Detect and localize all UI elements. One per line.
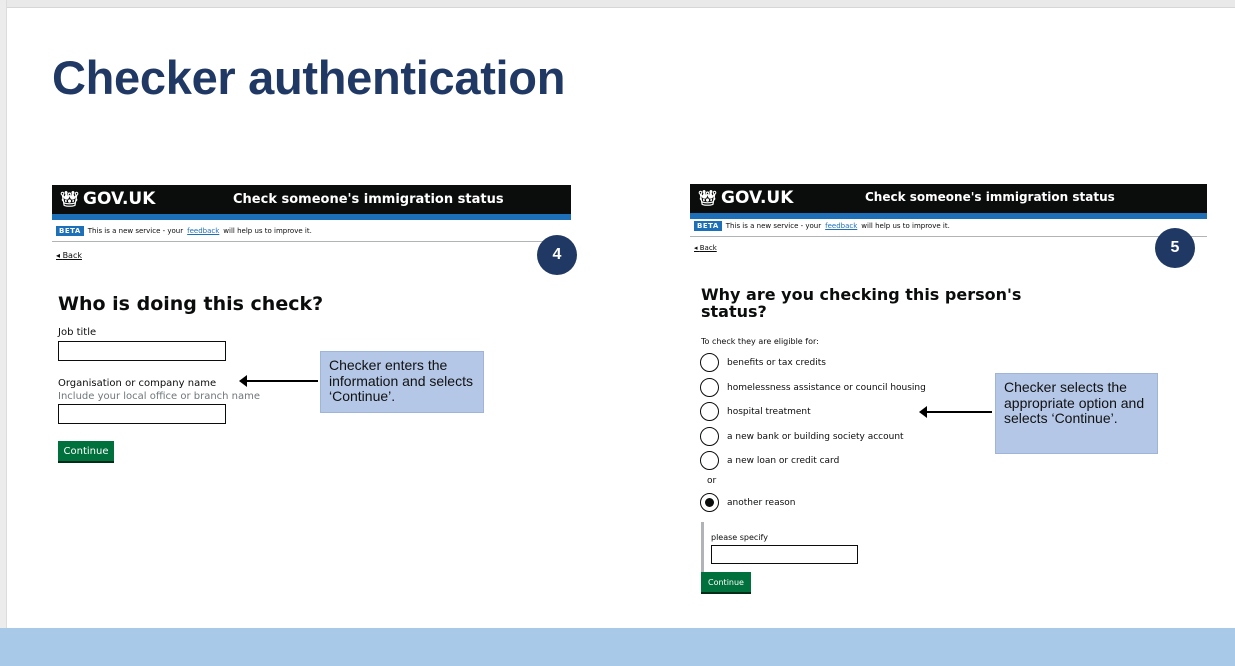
beta-text-suffix: will help us to improve it. [223,227,312,235]
callout-arrow-right [919,406,992,418]
govuk-header: 👑︎ GOV.UK Check someone's immigration st… [52,185,571,214]
radio-label: benefits or tax credits [727,357,826,368]
job-title-label: Job title [58,327,97,338]
radio-label: another reason [727,497,796,508]
service-name[interactable]: Check someone's immigration status [233,192,504,207]
radio-option[interactable]: a new loan or credit card [700,451,839,470]
page-heading: Why are you checking this person's statu… [701,286,1021,321]
service-name[interactable]: Check someone's immigration status [865,190,1115,204]
beta-text-prefix: This is a new service - your [725,222,822,230]
radio-option[interactable]: a new bank or building society account [700,427,904,446]
step-badge: 5 [1155,228,1195,268]
callout-arrow-left [239,375,318,387]
conditional-reveal-bar [701,522,704,572]
back-label: Back [62,251,82,260]
header-blue-bar [52,214,571,220]
radio-option[interactable]: hospital treatment [700,402,811,421]
beta-text-prefix: This is a new service - your [87,227,184,235]
radio-button[interactable] [700,378,719,397]
crown-icon: 👑︎ [698,189,718,207]
back-link[interactable]: ◂ Back [694,244,717,252]
callout-step-5: Checker selects the appropriate option a… [995,373,1158,454]
or-divider: or [707,476,717,486]
radio-button[interactable] [700,427,719,446]
radio-label: homelessness assistance or council housi… [727,382,926,393]
feedback-link[interactable]: feedback [825,222,857,230]
job-title-input[interactable] [58,341,226,361]
govuk-logo-text: GOV.UK [721,188,794,208]
beta-tag: BETA [694,221,722,231]
page-heading: Who is doing this check? [58,293,324,315]
org-name-label: Organisation or company name [58,378,217,389]
specify-label: please specify [711,533,768,542]
radio-option[interactable]: benefits or tax credits [700,353,826,372]
window-top-strip [0,0,1235,8]
radio-option-other[interactable]: another reason [700,493,796,512]
slide-footer-band [0,628,1235,666]
screenshot-step-4: 👑︎ GOV.UK Check someone's immigration st… [52,185,582,475]
govuk-header: 👑︎ GOV.UK Check someone's immigration st… [690,184,1207,213]
eligibility-intro: To check they are eligible for: [701,337,819,346]
crown-icon: 👑︎ [60,190,80,208]
phase-banner-divider [690,236,1207,237]
govuk-logo[interactable]: 👑︎ GOV.UK [60,189,155,209]
phase-banner-divider [52,241,571,242]
back-link[interactable]: ◂ Back [56,251,82,260]
feedback-link[interactable]: feedback [187,227,219,235]
radio-label: a new loan or credit card [727,455,840,466]
page-heading-line-2: status? [701,301,767,321]
specify-input[interactable] [711,545,858,564]
radio-label: a new bank or building society account [727,431,904,442]
radio-button-selected[interactable] [700,493,719,512]
continue-button[interactable]: Continue [58,441,114,461]
header-blue-bar [690,213,1207,219]
back-label: Back [699,244,717,252]
radio-option[interactable]: homelessness assistance or council housi… [700,378,926,397]
org-name-input[interactable] [58,404,226,424]
slide-left-edge [0,0,7,628]
govuk-logo-text: GOV.UK [83,189,156,209]
govuk-logo[interactable]: 👑︎ GOV.UK [698,188,793,208]
step-badge: 4 [537,235,577,275]
beta-tag: BETA [56,226,84,236]
radio-button[interactable] [700,451,719,470]
radio-label: hospital treatment [727,406,811,417]
org-name-hint: Include your local office or branch name [58,391,261,402]
radio-button[interactable] [700,353,719,372]
callout-step-4: Checker enters the information and selec… [320,351,484,413]
phase-banner: BETA This is a new service - your feedba… [56,226,312,236]
phase-banner: BETA This is a new service - your feedba… [694,221,950,231]
beta-text-suffix: will help us to improve it. [861,222,950,230]
slide-title: Checker authentication [52,51,566,104]
continue-button[interactable]: Continue [701,572,751,592]
radio-button[interactable] [700,402,719,421]
